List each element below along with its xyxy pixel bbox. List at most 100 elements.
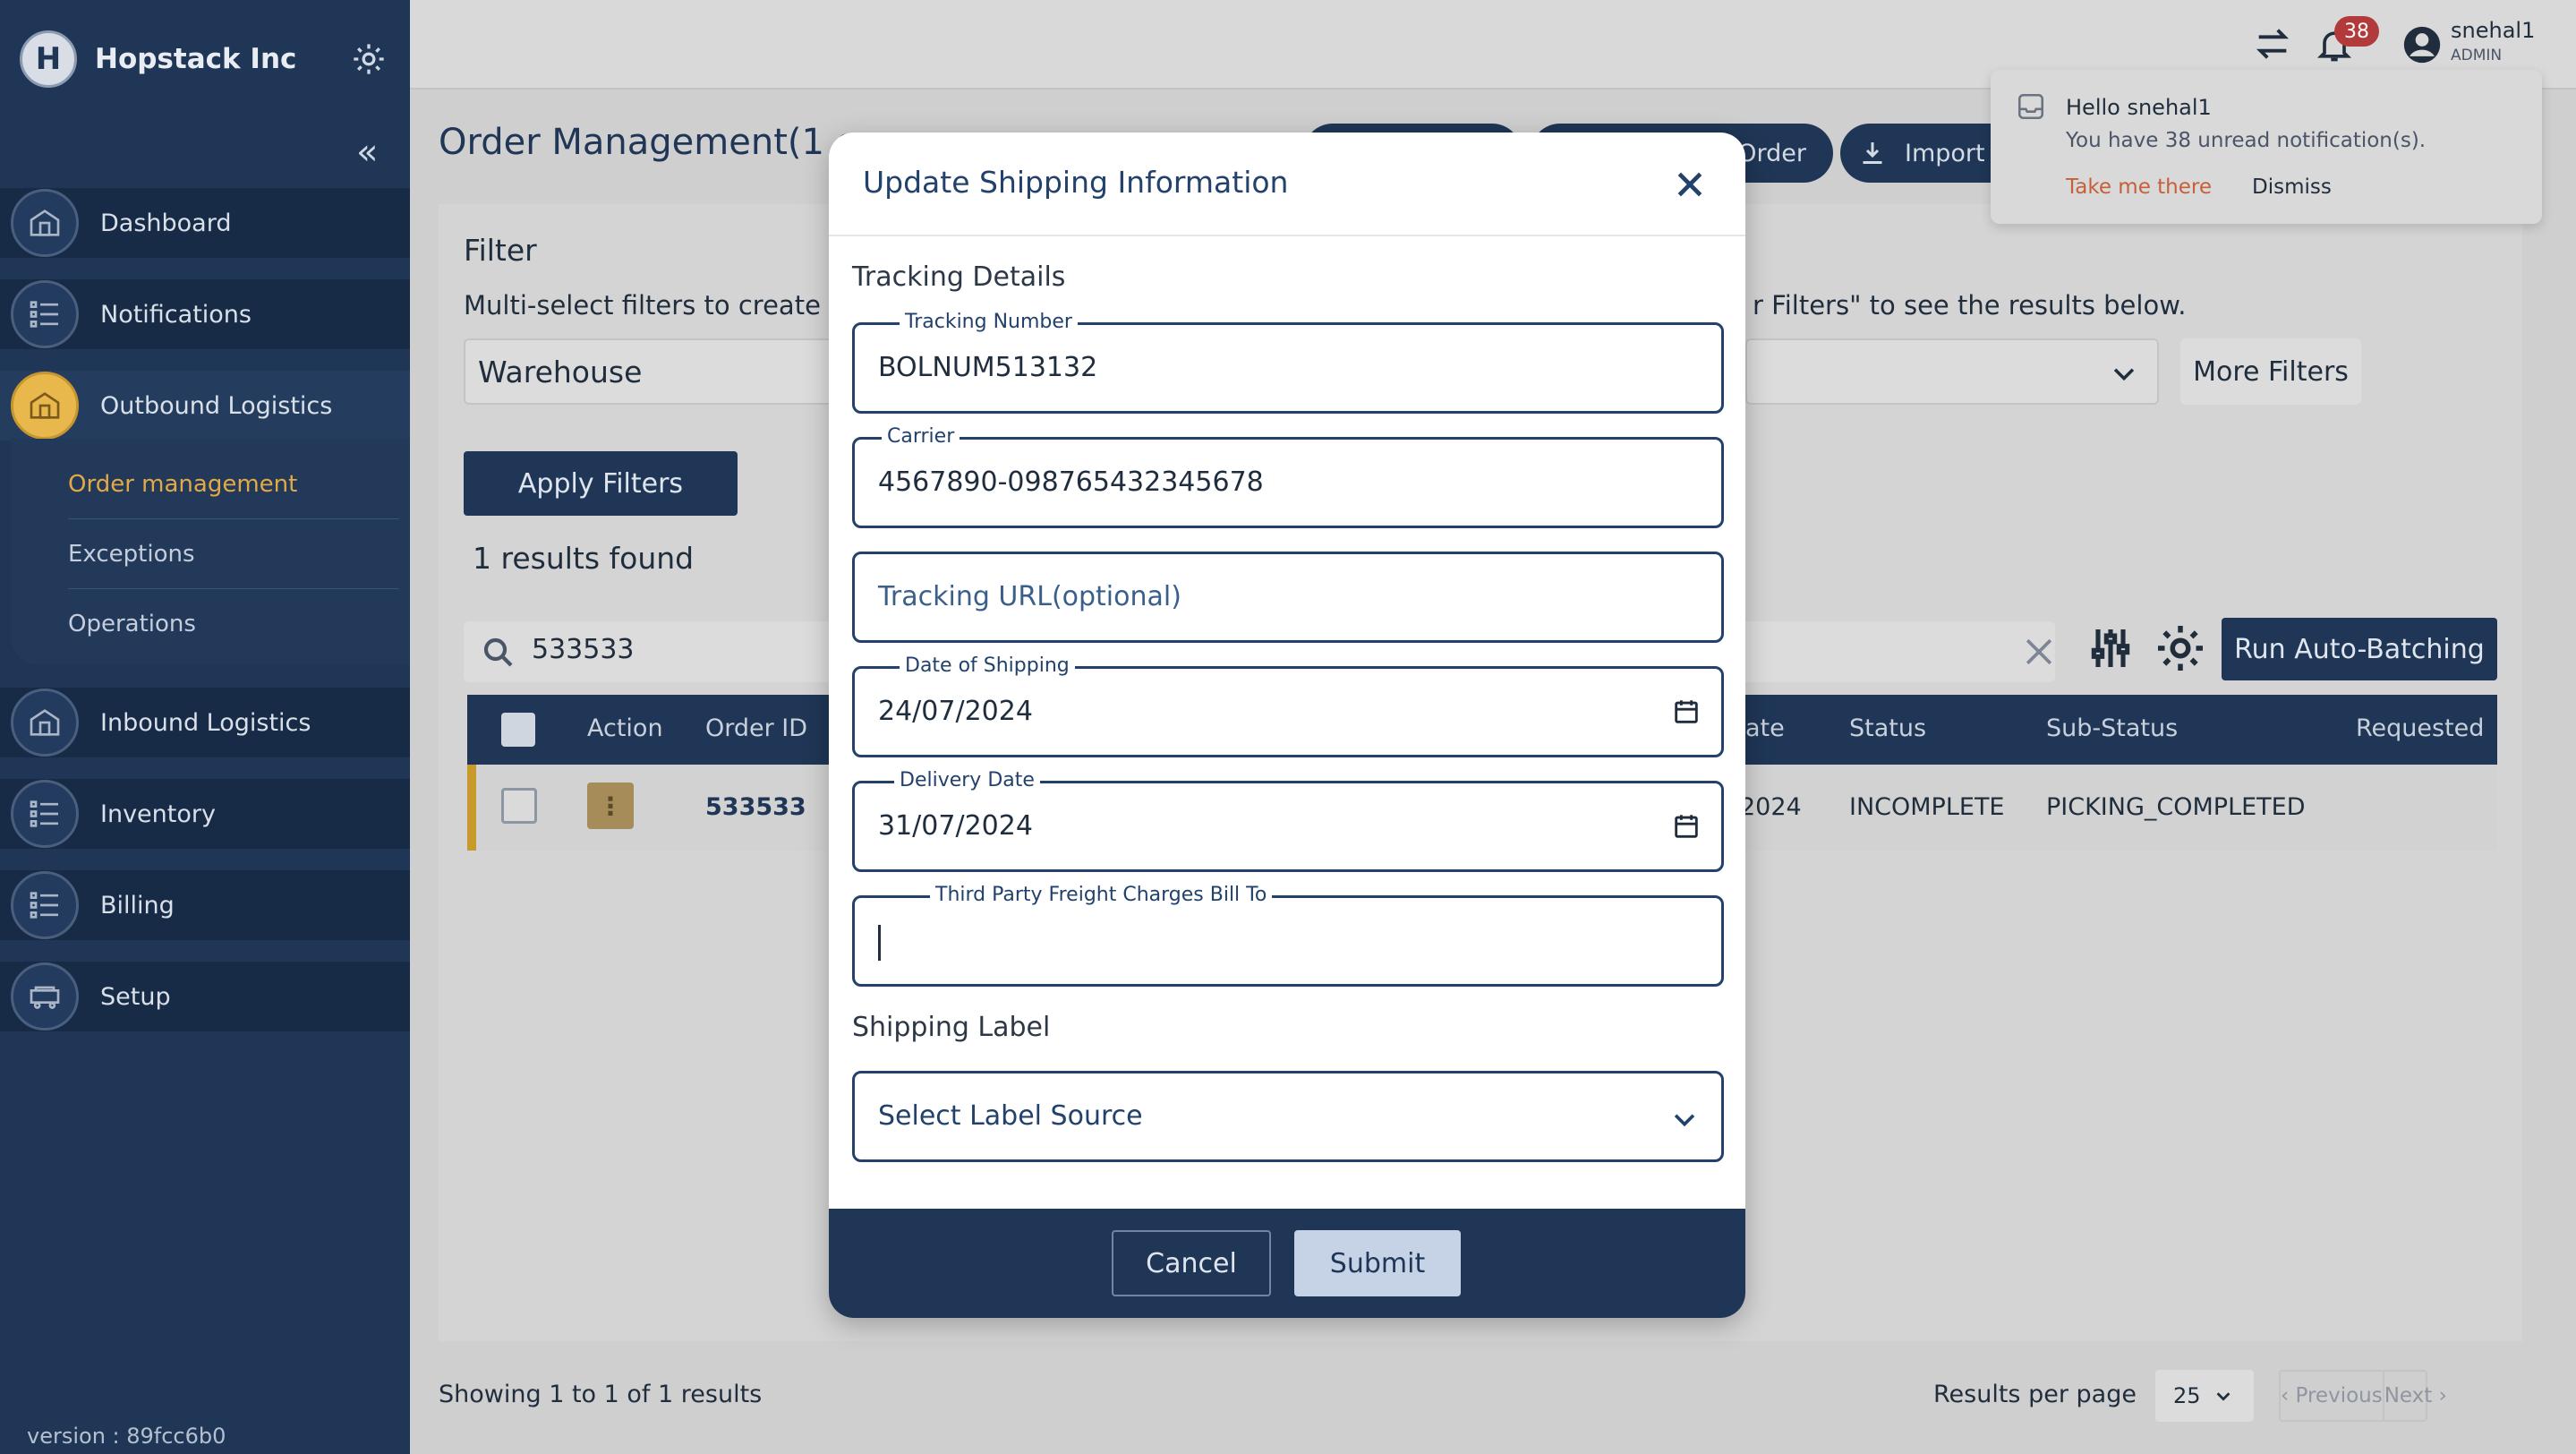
shipping-date-value: 24/07/2024: [878, 696, 1033, 727]
list-icon: [11, 780, 79, 848]
nav-label: Inbound Logistics: [100, 708, 311, 737]
text-cursor: [878, 925, 881, 961]
nav-label: Dashboard: [100, 209, 232, 237]
nav-label: Outbound Logistics: [100, 391, 333, 420]
user-name[interactable]: snehal1: [2451, 18, 2535, 43]
user-role: ADMIN: [2451, 47, 2503, 64]
page-title: Order Management(1 o: [439, 122, 858, 163]
swap-icon[interactable]: [2252, 23, 2293, 64]
results-per-page-select[interactable]: 25: [2155, 1370, 2254, 1422]
settings-icon[interactable]: [2154, 621, 2207, 675]
nav-billing[interactable]: Billing: [0, 870, 410, 940]
nav-setup[interactable]: Setup: [0, 962, 410, 1031]
chevron-down-icon: [2113, 368, 2135, 381]
warehouse-select-label: Warehouse: [478, 354, 643, 389]
tracking-number-field[interactable]: Tracking Number BOLNUM513132: [852, 311, 1724, 414]
previous-page-button[interactable]: ‹ Previous: [2281, 1372, 2384, 1420]
search-icon: [483, 637, 513, 667]
brand-logo: H: [20, 30, 77, 88]
cancel-button[interactable]: Cancel: [1112, 1230, 1271, 1296]
sub-exceptions[interactable]: Exceptions: [68, 519, 399, 589]
tracking-url-field[interactable]: Tracking URL(optional): [852, 552, 1724, 643]
nav-inbound-logistics[interactable]: Inbound Logistics: [0, 688, 410, 757]
col-order-id[interactable]: Order ID: [705, 714, 807, 742]
more-filters-button[interactable]: More Filters: [2180, 338, 2361, 405]
tracking-details-heading: Tracking Details: [852, 261, 1066, 293]
apply-filters-button[interactable]: Apply Filters: [464, 451, 738, 516]
shipping-date-field[interactable]: Date of Shipping 24/07/2024: [852, 654, 1724, 757]
nav-outbound-logistics[interactable]: Outbound Logistics: [0, 371, 410, 440]
dismiss-button[interactable]: Dismiss: [2252, 175, 2332, 199]
cell-status: INCOMPLETE: [1849, 793, 2005, 821]
nav-label: Inventory: [100, 800, 216, 828]
nav-label: Notifications: [100, 300, 252, 329]
create-order-label: Order: [1737, 139, 1806, 167]
tracking-number-label: Tracking Number: [900, 311, 1078, 333]
take-me-there-link[interactable]: Take me there: [2066, 175, 2212, 199]
warehouse-select[interactable]: Warehouse: [464, 338, 849, 405]
label-source-select[interactable]: Select Label Source: [852, 1071, 1724, 1162]
clear-search-icon[interactable]: [2019, 632, 2059, 671]
search-value: 533533: [532, 634, 635, 665]
third-party-freight-label: Third Party Freight Charges Bill To: [930, 884, 1273, 906]
col-action: Action: [587, 714, 663, 742]
carrier-field[interactable]: Carrier 4567890-098765432345678: [852, 425, 1724, 528]
calendar-icon[interactable]: [1671, 810, 1702, 842]
download-icon: [1863, 142, 1882, 164]
row-checkbox[interactable]: [501, 788, 537, 824]
carrier-label: Carrier: [882, 425, 960, 448]
shipping-date-label: Date of Shipping: [900, 654, 1075, 677]
version-label: version : 89fcc6b0: [27, 1424, 226, 1449]
nav-notifications[interactable]: Notifications: [0, 279, 410, 349]
col-date[interactable]: ate: [1745, 714, 1785, 742]
brand-name: Hopstack Inc: [95, 43, 297, 75]
col-requested[interactable]: Requested: [2356, 714, 2484, 742]
nav-dashboard[interactable]: Dashboard: [0, 188, 410, 258]
results-per-page-value: 25: [2173, 1383, 2201, 1408]
run-auto-batching-button[interactable]: Run Auto-Batching: [2222, 618, 2497, 680]
carrier-value: 4567890-098765432345678: [878, 466, 1264, 498]
select-all-checkbox[interactable]: [501, 713, 535, 747]
user-avatar-icon[interactable]: [2402, 25, 2442, 64]
third-party-freight-field[interactable]: Third Party Freight Charges Bill To: [852, 884, 1724, 987]
toast-message: You have 38 unread notification(s).: [2066, 129, 2427, 152]
col-status[interactable]: Status: [1849, 714, 1926, 742]
cell-order-id[interactable]: 533533: [705, 793, 806, 821]
nav-label: Billing: [100, 891, 175, 919]
collapse-sidebar-icon[interactable]: «: [356, 134, 378, 170]
row-actions-menu-icon[interactable]: ⋮: [587, 783, 634, 829]
modal-title: Update Shipping Information: [863, 165, 1289, 200]
chevron-down-icon: [1674, 1114, 1695, 1127]
previous-label: Previous: [2295, 1384, 2383, 1407]
cell-date: 2024: [1740, 793, 1802, 821]
delivery-date-value: 31/07/2024: [878, 810, 1033, 842]
nav-label: Setup: [100, 982, 171, 1011]
pagination: ‹ Previous Next ›: [2279, 1370, 2447, 1422]
column-sliders-icon[interactable]: [2086, 623, 2136, 673]
list-icon: [11, 871, 79, 939]
delivery-date-field[interactable]: Delivery Date 31/07/2024: [852, 769, 1724, 872]
brand: H Hopstack Inc: [20, 30, 296, 88]
sub-operations[interactable]: Operations: [68, 589, 399, 659]
delivery-date-label: Delivery Date: [894, 769, 1040, 791]
sub-order-management[interactable]: Order management: [68, 449, 399, 519]
list-icon: [11, 280, 79, 348]
submit-button[interactable]: Submit: [1294, 1230, 1461, 1296]
box-icon: [11, 372, 79, 440]
filter-description-end: r Filters" to see the results below.: [1753, 290, 2187, 321]
col-sub-status[interactable]: Sub-Status: [2046, 714, 2178, 742]
label-source-placeholder: Select Label Source: [878, 1100, 1143, 1132]
cell-sub-status: PICKING_COMPLETED: [2046, 793, 2306, 821]
tracking-url-placeholder: Tracking URL(optional): [878, 581, 1181, 612]
pagination-summary: Showing 1 to 1 of 1 results: [439, 1381, 763, 1408]
truck-icon: [11, 962, 79, 1031]
next-page-button[interactable]: Next ›: [2384, 1372, 2447, 1420]
modal-header: Update Shipping Information: [829, 133, 1745, 236]
modal-footer: [829, 1209, 1745, 1318]
filter-select[interactable]: [1745, 338, 2159, 405]
calendar-icon[interactable]: [1671, 696, 1702, 728]
nav-inventory[interactable]: Inventory: [0, 779, 410, 849]
close-icon[interactable]: [1672, 167, 1708, 202]
shipping-label-heading: Shipping Label: [852, 1012, 1051, 1043]
gear-icon[interactable]: [351, 41, 387, 77]
